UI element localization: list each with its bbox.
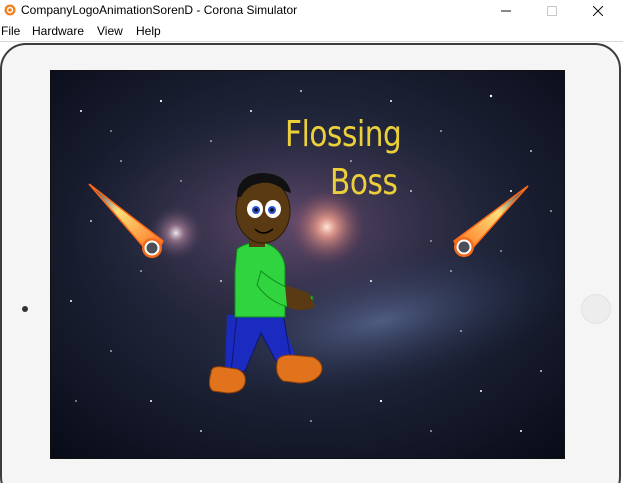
window-title: CompanyLogoAnimationSorenD - Corona Simu… [21, 3, 298, 17]
minimize-button[interactable] [483, 0, 529, 21]
bright-star [289, 189, 365, 265]
title-bar[interactable]: CompanyLogoAnimationSorenD - Corona Simu… [0, 0, 623, 21]
menu-hardware[interactable]: Hardware [32, 24, 84, 38]
simulator-window: CompanyLogoAnimationSorenD - Corona Simu… [0, 0, 623, 483]
menu-view[interactable]: View [97, 24, 123, 38]
corona-logo-icon [4, 4, 16, 16]
home-button-icon[interactable] [581, 294, 611, 324]
front-camera-icon [22, 306, 28, 312]
maximize-icon [547, 5, 557, 16]
maximize-button[interactable] [529, 0, 575, 21]
menu-file[interactable]: File [1, 24, 20, 38]
menu-bar: File Hardware View Help [0, 21, 623, 41]
close-icon [593, 5, 603, 16]
menu-help[interactable]: Help [136, 24, 161, 38]
close-button[interactable] [575, 0, 621, 21]
minimize-icon [501, 10, 511, 11]
game-screen[interactable]: Flossing Boss [50, 70, 565, 459]
menu-separator [0, 41, 623, 42]
game-canvas[interactable] [51, 71, 565, 459]
